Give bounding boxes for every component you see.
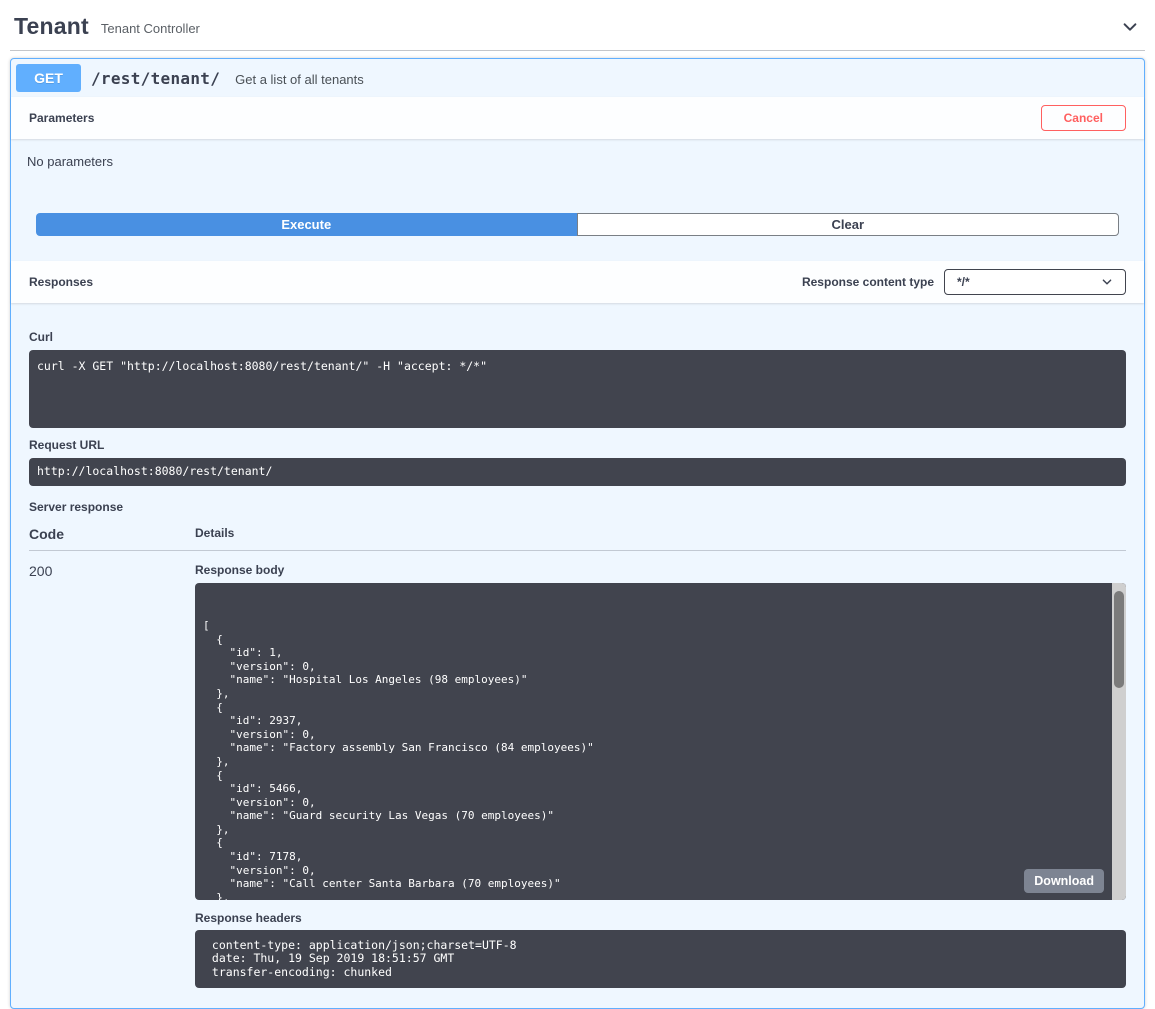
response-headers-value: content-type: application/json;charset=U…: [195, 930, 1126, 989]
tag-subtitle: Tenant Controller: [101, 17, 200, 36]
response-body-json: [ { "id": 1, "version": 0, "name": "Hosp…: [203, 619, 1102, 900]
response-headers-label: Response headers: [195, 911, 1126, 925]
response-content-type-select[interactable]: */*: [944, 269, 1126, 295]
execute-wrapper: Execute Clear: [11, 191, 1144, 261]
collapse-section-button[interactable]: [1121, 18, 1139, 36]
scrollbar-track[interactable]: [1112, 583, 1126, 900]
endpoint-path-link[interactable]: /rest/tenant/: [91, 69, 220, 88]
response-body-block: [ { "id": 1, "version": 0, "name": "Hosp…: [195, 583, 1126, 900]
chevron-down-icon: [1101, 276, 1113, 288]
request-url-label: Request URL: [29, 438, 1126, 452]
response-body-label: Response body: [195, 563, 1126, 577]
table-row: 200 Response body [ { "id": 1, "version"…: [29, 551, 1126, 989]
http-method-badge: GET: [16, 64, 81, 92]
cancel-button[interactable]: Cancel: [1041, 105, 1126, 131]
parameters-body: No parameters: [11, 139, 1144, 191]
tag-header: Tenant Tenant Controller: [10, 0, 1145, 51]
server-response-table-head: Code Details: [29, 526, 1126, 551]
status-code: 200: [29, 563, 195, 989]
chevron-down-icon: [1121, 18, 1139, 36]
response-content-type-label: Response content type: [802, 275, 934, 289]
details-column-header: Details: [195, 526, 1126, 542]
code-column-header: Code: [29, 526, 195, 542]
no-parameters-text: No parameters: [27, 154, 113, 169]
download-button[interactable]: Download: [1024, 869, 1104, 893]
response-content-type-value: */*: [957, 275, 970, 289]
server-response-table: Code Details 200 Response body [ { "id":…: [29, 526, 1126, 989]
response-content-type-wrap: Response content type */*: [802, 269, 1126, 295]
parameters-header: Parameters Cancel: [11, 97, 1144, 139]
responses-header: Responses Response content type */*: [11, 261, 1144, 303]
responses-body: Curl curl -X GET "http://localhost:8080/…: [11, 303, 1144, 1008]
parameters-title: Parameters: [29, 111, 94, 125]
request-url-value: http://localhost:8080/rest/tenant/: [29, 458, 1126, 486]
opblock-summary[interactable]: GET /rest/tenant/ Get a list of all tena…: [11, 59, 1144, 97]
response-details-cell: Response body [ { "id": 1, "version": 0,…: [195, 563, 1126, 989]
clear-button[interactable]: Clear: [577, 213, 1120, 236]
execute-button[interactable]: Execute: [36, 213, 577, 236]
tag-title: Tenant: [14, 13, 89, 40]
opblock-get-tenant: GET /rest/tenant/ Get a list of all tena…: [10, 58, 1145, 1009]
server-response-label: Server response: [29, 500, 1126, 514]
scrollbar-thumb[interactable]: [1114, 591, 1124, 688]
endpoint-summary: Get a list of all tenants: [235, 70, 364, 87]
curl-label: Curl: [29, 330, 1126, 344]
curl-command[interactable]: curl -X GET "http://localhost:8080/rest/…: [29, 350, 1126, 428]
responses-title: Responses: [29, 275, 93, 289]
